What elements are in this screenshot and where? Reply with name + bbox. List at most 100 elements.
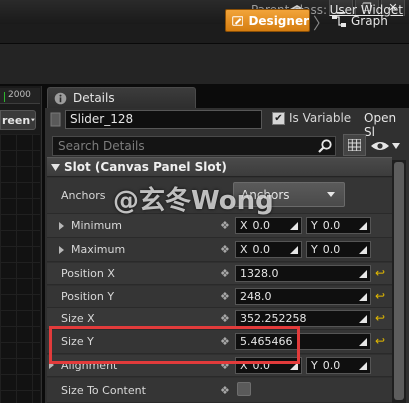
reset-to-default-icon[interactable]: ↩ xyxy=(375,266,385,280)
property-label: Size X xyxy=(61,312,95,325)
property-label: Position X xyxy=(61,267,115,280)
designer-mode-label: Designer xyxy=(248,13,309,28)
screen-size-combo[interactable]: reen xyxy=(0,110,36,130)
field-value: 0.0 xyxy=(252,219,271,232)
pin-icon[interactable]: ❖ xyxy=(220,267,230,280)
property-matrix-button[interactable] xyxy=(343,134,366,156)
axis-label: Y xyxy=(311,359,318,372)
field-value: 1328.0 xyxy=(240,267,279,280)
pin-icon[interactable]: ❖ xyxy=(220,384,230,397)
chevron-down-icon xyxy=(31,118,35,122)
property-label: Size Y xyxy=(61,335,94,348)
search-icon xyxy=(318,139,332,153)
position-x-field[interactable]: 1328.0 xyxy=(235,265,371,282)
field-value: 0.0 xyxy=(252,359,271,372)
field-value: 5.465466 xyxy=(240,335,293,348)
property-row-position-y: Position Y ❖ 248.0 ↩ xyxy=(47,286,392,308)
ruler-tick xyxy=(4,92,5,102)
viewport-grid xyxy=(0,134,40,403)
maximum-y-field[interactable]: Y 0.0 xyxy=(306,241,371,258)
mode-toolbar xyxy=(0,44,409,84)
is-variable-label: Is Variable xyxy=(289,111,352,125)
chevron-down-icon xyxy=(392,143,400,149)
axis-label: X xyxy=(240,219,248,232)
tab-details-label: Details xyxy=(73,91,115,105)
pin-icon[interactable]: ❖ xyxy=(220,290,230,303)
graph-mode-label: Graph xyxy=(351,14,388,28)
field-value: 0.0 xyxy=(322,243,341,256)
axis-label: X xyxy=(240,359,248,372)
view-options-button[interactable] xyxy=(370,136,406,156)
axis-label: Y xyxy=(311,219,318,232)
expand-arrow-icon[interactable] xyxy=(49,361,54,369)
property-label: Position Y xyxy=(61,290,115,303)
reset-to-default-icon[interactable]: ↩ xyxy=(375,311,385,325)
property-label: Anchors xyxy=(61,189,106,202)
graph-icon xyxy=(332,15,346,27)
drag-handle-icon xyxy=(359,338,367,346)
reset-to-default-icon[interactable]: ↩ xyxy=(375,334,385,348)
grid-icon xyxy=(348,139,361,151)
size-x-field[interactable]: 352.252258 xyxy=(235,310,371,327)
size-y-field[interactable]: 5.465466 xyxy=(235,333,371,350)
info-icon xyxy=(54,92,67,104)
screen-size-value: reen xyxy=(2,113,31,127)
minimum-y-field[interactable]: Y 0.0 xyxy=(306,217,371,234)
alignment-x-field[interactable]: X 0.0 xyxy=(235,357,302,374)
drag-handle-icon xyxy=(290,222,298,230)
tab-details[interactable]: Details xyxy=(47,87,196,108)
drag-handle-icon xyxy=(359,293,367,301)
designer-icon xyxy=(232,15,244,26)
drag-handle-icon xyxy=(359,246,367,254)
drag-handle-icon xyxy=(359,222,367,230)
property-row-alignment: Alignment ❖ X 0.0 Y 0.0 xyxy=(47,355,392,377)
drag-handle-icon xyxy=(359,270,367,278)
property-label: Alignment xyxy=(61,359,118,372)
alignment-y-field[interactable]: Y 0.0 xyxy=(306,357,371,374)
field-value: 0.0 xyxy=(322,359,341,372)
field-value: 0.0 xyxy=(322,219,341,232)
expand-arrow-icon[interactable] xyxy=(59,246,64,254)
section-title: Slot (Canvas Panel Slot) xyxy=(64,160,227,174)
axis-label: X xyxy=(240,243,248,256)
search-details-input[interactable]: Search Details xyxy=(52,136,336,156)
property-label: Size To Content xyxy=(61,384,146,397)
collapse-arrow-icon xyxy=(51,163,60,171)
reset-to-default-icon[interactable]: ↩ xyxy=(375,289,385,303)
designer-mode-button[interactable]: Designer xyxy=(225,9,310,32)
pin-icon[interactable]: ❖ xyxy=(220,243,230,256)
chevron-down-icon xyxy=(327,192,335,197)
minimum-x-field[interactable]: X 0.0 xyxy=(235,217,302,234)
ruler-value: 2000 xyxy=(8,90,31,100)
drag-handle-icon xyxy=(359,315,367,323)
drag-handle-icon xyxy=(359,362,367,370)
pin-icon[interactable]: ❖ xyxy=(220,219,230,232)
scrollbar-thumb[interactable] xyxy=(394,162,404,400)
property-row-size-y: Size Y ❖ 5.465466 ↩ xyxy=(47,330,392,354)
size-to-content-checkbox[interactable] xyxy=(237,382,251,396)
eye-icon xyxy=(371,142,389,150)
field-value: 352.252258 xyxy=(240,312,307,325)
property-row-size-x: Size X ❖ 352.252258 ↩ xyxy=(47,308,392,330)
pin-icon[interactable]: ❖ xyxy=(220,359,230,372)
graph-mode-button[interactable]: Graph xyxy=(331,10,388,32)
field-value: 0.0 xyxy=(252,243,271,256)
maximum-x-field[interactable]: X 0.0 xyxy=(235,241,302,258)
expand-arrow-icon[interactable] xyxy=(59,222,64,230)
widget-icon xyxy=(50,112,61,127)
position-y-field[interactable]: 248.0 xyxy=(235,288,371,305)
pin-icon[interactable]: ❖ xyxy=(220,335,230,348)
is-variable-checkbox[interactable]: ✔ xyxy=(272,112,285,125)
property-row-minimum: Minimum ❖ X 0.0 Y 0.0 xyxy=(47,214,392,238)
drag-handle-icon xyxy=(290,246,298,254)
property-row-maximum: Maximum ❖ X 0.0 Y 0.0 xyxy=(47,238,392,262)
slot-section-header[interactable]: Slot (Canvas Panel Slot) xyxy=(47,157,392,177)
watermark: @玄冬Wong xyxy=(113,186,274,216)
property-row-size-to-content: Size To Content ❖ xyxy=(47,378,392,403)
chevron-right-icon: 〉 xyxy=(313,14,330,33)
property-label: Minimum xyxy=(71,219,122,232)
widget-name-input[interactable]: Slider_128 xyxy=(65,110,262,129)
open-selected-button[interactable]: Open Sl xyxy=(364,111,409,139)
property-row-position-x: Position X ❖ 1328.0 ↩ xyxy=(47,263,392,285)
pin-icon[interactable]: ❖ xyxy=(220,312,230,325)
